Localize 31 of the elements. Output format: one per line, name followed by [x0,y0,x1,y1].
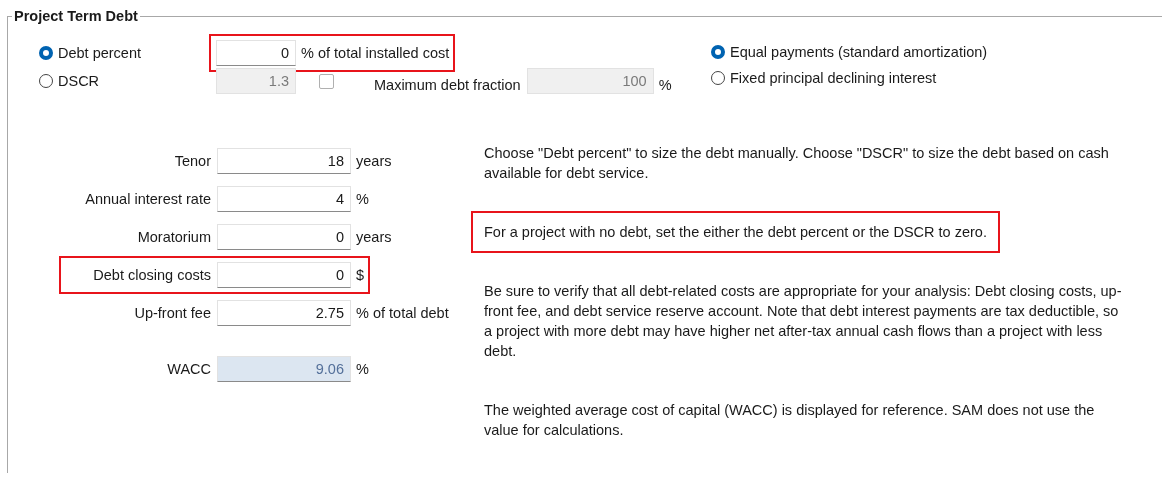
note-text: Choose "Debt percent" to size the debt manually. Choose "DSCR" to size the debt based on cash available for debt service. [484,144,1110,183]
input-field[interactable]: 0 [217,262,351,288]
input-field[interactable]: 18 [217,148,351,174]
field-label: Debt closing costs [92,267,212,283]
group-title: Project Term Debt [13,8,139,24]
radio-option[interactable]: DSCR [39,73,216,89]
unit-label: % [356,191,369,207]
radio-option[interactable]: Equal payments (standard amortization) [711,44,988,60]
note-text: Be sure to verify that all debt-related costs are appropriate for your analysis: Debt closing costs, up-front fee, and debt service reserve account. Note that debt interest payments are tax deductible, so a project with more debt may have higher net after-tax annual cash flows than a project with less debt. [484,282,1122,361]
field-label: Tenor [173,153,212,169]
unit-label: $ [356,267,365,283]
readonly-field[interactable]: 9.06 [217,356,351,382]
field-label: Up-front fee [133,305,212,321]
radio-option[interactable]: Debt percent [39,45,209,61]
unit-label: years [356,229,392,245]
input-field[interactable]: 4 [217,186,351,212]
field-label: Maximum debt fraction [374,77,521,93]
input-field[interactable]: 0 [216,40,296,66]
note-text: The weighted average cost of capital (WACC) is displayed for reference. SAM does not use the value for calculations. [484,401,1096,440]
note-text: For a project with no debt, set the either the debt percent or the DSCR to zero. [484,223,987,242]
unit-label: % [658,77,672,93]
field-label: WACC [166,361,212,377]
unit-label: % [356,361,369,377]
unit-label: years [356,153,392,169]
input-field[interactable]: 2.75 [217,300,351,326]
field-label: Annual interest rate [84,191,212,207]
radio-option[interactable]: Fixed principal declining interest [711,70,988,86]
unit-label: % of total installed cost [301,45,450,61]
input-field[interactable]: 0 [217,224,351,250]
field-label: Moratorium [136,229,212,245]
unit-label: % of total debt [356,305,449,321]
